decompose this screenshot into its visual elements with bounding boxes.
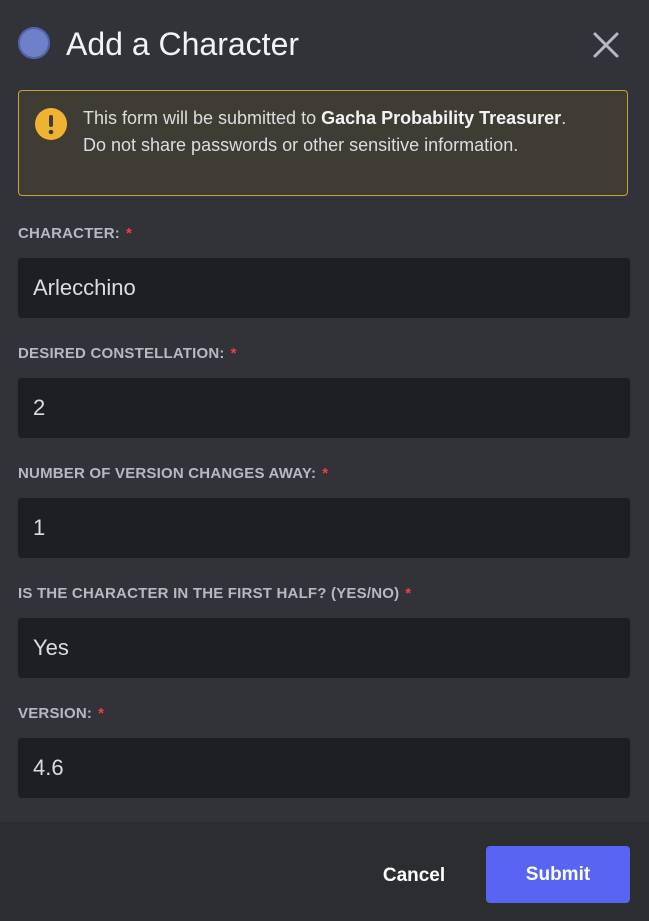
first-half-input[interactable] xyxy=(18,618,630,678)
required-asterisk: * xyxy=(230,345,237,362)
app-avatar xyxy=(18,27,50,59)
warning-app-name: Gacha Probability Treasurer xyxy=(321,108,562,128)
first-half-label-text: IS THE CHARACTER IN THE FIRST HALF? (YES… xyxy=(18,585,400,602)
character-label-text: CHARACTER: xyxy=(18,225,120,242)
modal-title: Add a Character xyxy=(66,26,300,62)
modal-header: Add a Character xyxy=(0,0,649,90)
version-changes-away-label: NUMBER OF VERSION CHANGES AWAY: * xyxy=(18,465,328,482)
version-label: VERSION: * xyxy=(18,705,104,722)
warning-text: This form will be submitted to Gacha Pro… xyxy=(83,105,583,159)
character-input[interactable] xyxy=(18,258,630,318)
close-icon xyxy=(593,32,619,58)
first-half-label: IS THE CHARACTER IN THE FIRST HALF? (YES… xyxy=(18,585,411,602)
submit-button[interactable]: Submit xyxy=(486,846,630,903)
version-input[interactable] xyxy=(18,738,630,798)
required-asterisk: * xyxy=(98,705,105,722)
version-changes-away-label-text: NUMBER OF VERSION CHANGES AWAY: xyxy=(18,465,317,482)
required-asterisk: * xyxy=(322,465,329,482)
desired-constellation-label: DESIRED CONSTELLATION: * xyxy=(18,345,237,362)
cancel-button[interactable]: Cancel xyxy=(362,847,466,905)
warning-notice: This form will be submitted to Gacha Pro… xyxy=(18,90,628,196)
desired-constellation-input[interactable] xyxy=(18,378,630,438)
required-asterisk: * xyxy=(126,225,133,242)
required-asterisk: * xyxy=(405,585,412,602)
warning-text-prefix: This form will be submitted to xyxy=(83,108,322,128)
desired-constellation-label-text: DESIRED CONSTELLATION: xyxy=(18,345,225,362)
character-label: CHARACTER: * xyxy=(18,225,132,242)
version-changes-away-input[interactable] xyxy=(18,498,630,558)
modal-footer: Cancel Submit xyxy=(0,822,649,921)
close-button[interactable] xyxy=(589,28,623,62)
add-character-modal: Add a Character This form will be submit… xyxy=(0,0,649,921)
warning-icon xyxy=(35,108,67,140)
version-label-text: VERSION: xyxy=(18,705,93,722)
